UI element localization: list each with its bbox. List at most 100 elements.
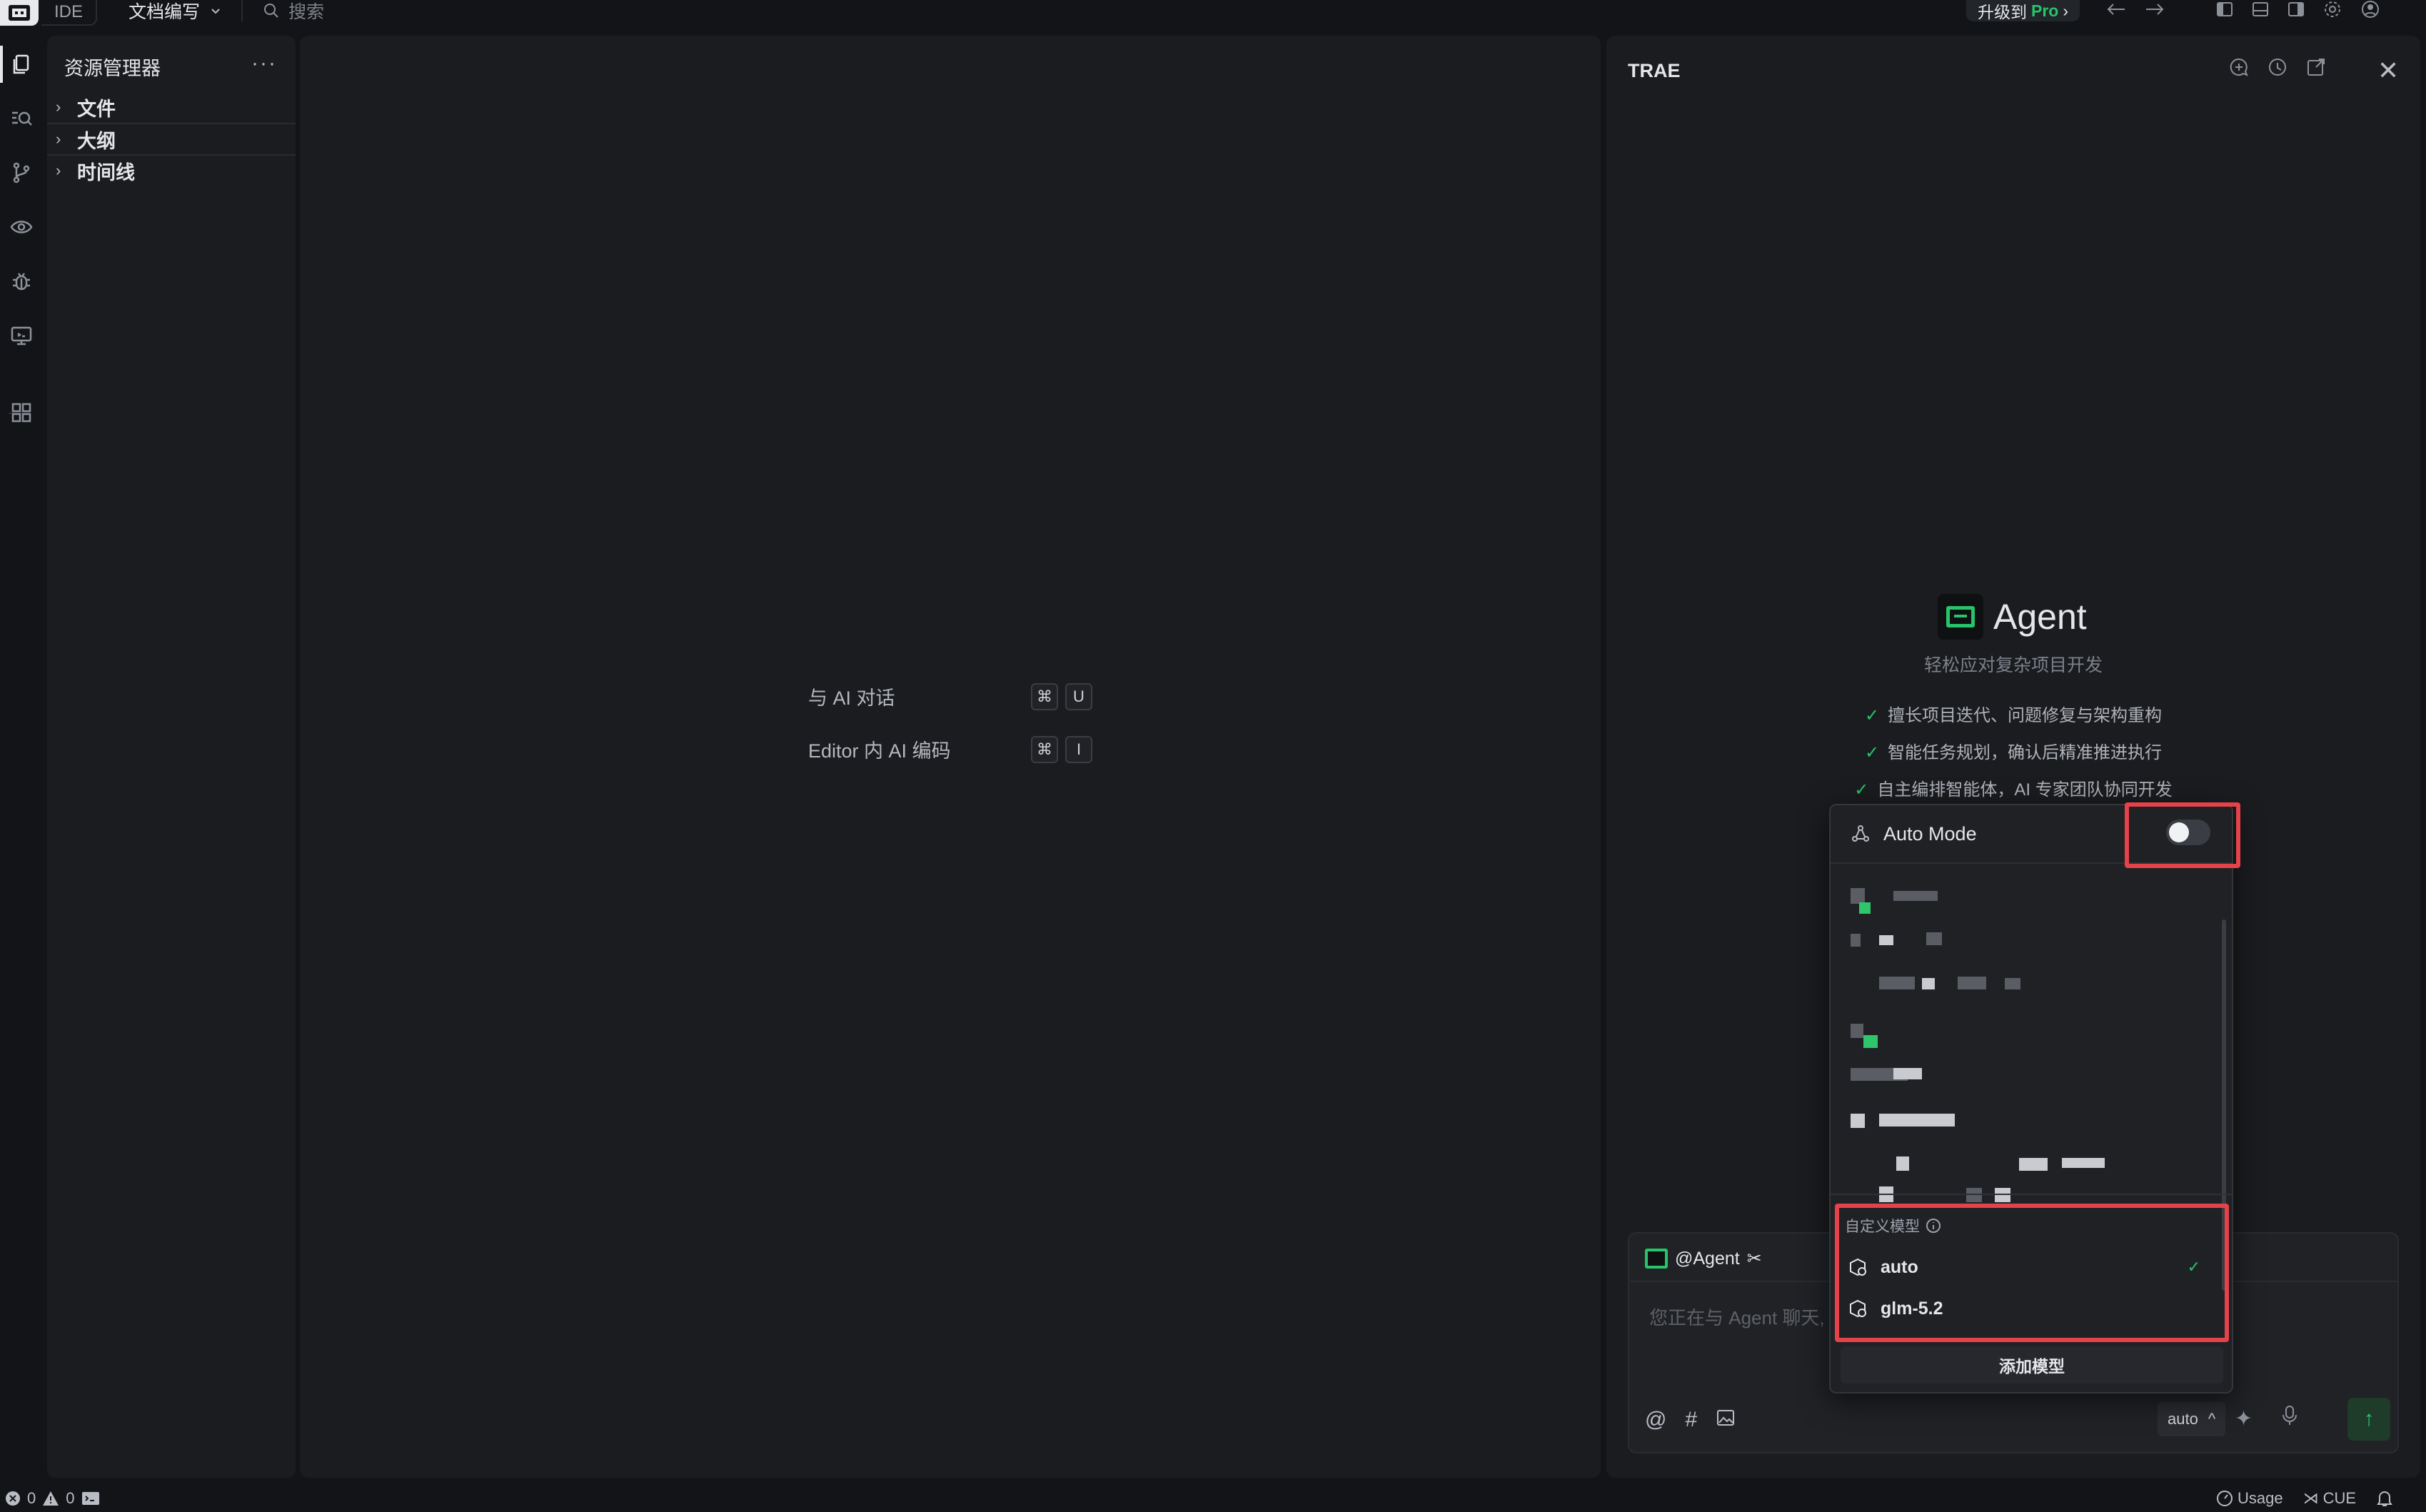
chat-toolbar: @ # bbox=[1645, 1408, 1736, 1433]
redacted-mark bbox=[1966, 1188, 1982, 1202]
panel-actions bbox=[2229, 57, 2326, 77]
problems-indicator[interactable]: 0 0 bbox=[4, 1489, 101, 1508]
account-icon[interactable] bbox=[2360, 0, 2380, 19]
gear-icon[interactable] bbox=[2323, 0, 2342, 19]
arrow-left-icon[interactable] bbox=[2106, 2, 2126, 16]
shortcut-key: U bbox=[1065, 682, 1092, 710]
terminal-icon[interactable] bbox=[81, 1490, 101, 1507]
pro-label: Pro bbox=[2031, 1, 2059, 20]
title-divider bbox=[241, 0, 243, 21]
hash-context-icon[interactable]: # bbox=[1685, 1408, 1697, 1433]
check-icon: ✓ bbox=[1854, 780, 1869, 800]
chevron-right-icon: › bbox=[56, 161, 61, 179]
warning-count: 0 bbox=[66, 1489, 75, 1507]
debug-bug-icon[interactable] bbox=[0, 256, 43, 307]
model-selector[interactable]: auto ^ bbox=[2158, 1402, 2226, 1436]
add-model-label: 添加模型 bbox=[1999, 1357, 2065, 1376]
usage-icon bbox=[2216, 1490, 2233, 1507]
section-label: 时间线 bbox=[77, 161, 135, 183]
source-control-icon[interactable] bbox=[0, 147, 43, 198]
redacted-item[interactable] bbox=[1851, 1114, 1865, 1128]
status-bar: 0 0 Usage ⋊ CUE bbox=[0, 1485, 2426, 1512]
chevron-right-icon: › bbox=[56, 130, 61, 148]
redacted-item[interactable] bbox=[1896, 1156, 1909, 1171]
cue-icon: ⋊ bbox=[2302, 1489, 2319, 1507]
redacted-mark bbox=[1926, 932, 1942, 945]
redacted-mark bbox=[2062, 1158, 2105, 1168]
auto-mode-icon bbox=[1851, 824, 1871, 844]
search-placeholder: 搜索 bbox=[288, 2, 325, 22]
command-key: ⌘ bbox=[1031, 735, 1058, 763]
mention-at-icon[interactable]: @ bbox=[1645, 1408, 1666, 1433]
toggle-bottom-panel-icon[interactable] bbox=[2252, 1, 2269, 18]
agent-mention-tag[interactable]: @Agent ✂ bbox=[1645, 1248, 1762, 1269]
toggle-left-sidebar-icon[interactable] bbox=[2216, 1, 2233, 18]
feature-item: ✓ 擅长项目迭代、问题修复与架构重构 bbox=[1606, 701, 2420, 726]
tools-icon[interactable]: ✂ bbox=[1747, 1248, 1762, 1269]
redacted-item[interactable] bbox=[1851, 888, 1865, 904]
feature-item: ✓ 智能任务规划，确认后精准推进执行 bbox=[1606, 738, 2420, 763]
explorer-panel: 资源管理器 ··· › 文件 › 大纲 › 时间线 bbox=[47, 36, 296, 1478]
mode-switcher[interactable]: 文档编写 bbox=[129, 0, 221, 22]
highlight-auto-mode-toggle bbox=[2125, 802, 2240, 868]
more-actions-icon[interactable]: ··· bbox=[251, 51, 277, 76]
explorer-icon[interactable] bbox=[0, 39, 43, 90]
upgrade-pro-button[interactable]: 升级到 Pro › bbox=[1966, 0, 2080, 21]
section-label: 大纲 bbox=[77, 130, 116, 152]
feature-text: 智能任务规划，确认后精准推进执行 bbox=[1888, 743, 2163, 762]
redacted-item[interactable] bbox=[1851, 934, 1861, 947]
redacted-mark bbox=[1922, 978, 1935, 989]
explorer-section-outline[interactable]: › 大纲 bbox=[47, 123, 296, 154]
feature-text: 擅长项目迭代、问题修复与架构重构 bbox=[1888, 706, 2163, 725]
arrow-right-icon[interactable] bbox=[2145, 2, 2165, 16]
image-upload-icon[interactable] bbox=[1716, 1408, 1736, 1433]
agent-tag-label: @Agent bbox=[1675, 1248, 1740, 1269]
remote-monitor-icon[interactable] bbox=[0, 310, 43, 361]
check-icon: ✓ bbox=[1864, 743, 1880, 762]
warning-icon bbox=[41, 1490, 60, 1507]
chevron-down-icon bbox=[210, 5, 221, 16]
send-button[interactable]: ↑ bbox=[2347, 1398, 2390, 1441]
search-files-icon[interactable] bbox=[0, 93, 43, 144]
sparkle-icon[interactable]: ✦ bbox=[2235, 1406, 2253, 1431]
ide-mode-tab[interactable]: IDE bbox=[41, 0, 98, 26]
redacted-item[interactable] bbox=[1851, 1024, 1863, 1038]
redacted-mark bbox=[1879, 1114, 1955, 1127]
add-model-button[interactable]: 添加模型 bbox=[1841, 1346, 2223, 1384]
toggle-right-sidebar-icon[interactable] bbox=[2287, 1, 2305, 18]
agent-name: Agent bbox=[1993, 597, 2087, 637]
shortcut-hint-inline: Editor 内 AI 编码 ⌘ I bbox=[808, 735, 1099, 763]
upgrade-label: 升级到 bbox=[1978, 3, 2027, 21]
agent-logo-icon bbox=[1645, 1249, 1668, 1269]
trae-logo-icon[interactable] bbox=[0, 0, 39, 26]
chat-input-placeholder[interactable]: 您正在与 Agent 聊天, bbox=[1649, 1304, 1825, 1330]
chevron-right-icon: › bbox=[2063, 1, 2069, 20]
agent-subtitle: 轻松应对复杂项目开发 bbox=[1923, 655, 2103, 675]
ide-label: IDE bbox=[54, 2, 84, 21]
history-icon[interactable] bbox=[2268, 57, 2287, 77]
extensions-grid-icon[interactable] bbox=[0, 387, 43, 438]
dropdown-divider bbox=[1831, 1194, 2232, 1195]
microphone-icon[interactable] bbox=[2281, 1405, 2298, 1432]
command-key: ⌘ bbox=[1031, 682, 1058, 710]
redacted-mark bbox=[1863, 1035, 1878, 1048]
global-search[interactable]: 搜索 bbox=[263, 0, 325, 22]
preview-eye-icon[interactable] bbox=[0, 201, 43, 253]
open-external-icon[interactable] bbox=[2306, 57, 2326, 77]
explorer-section-files[interactable]: › 文件 bbox=[47, 91, 296, 123]
explorer-section-timeline[interactable]: › 时间线 bbox=[47, 154, 296, 186]
close-icon[interactable]: ✕ bbox=[2377, 56, 2399, 86]
new-chat-icon[interactable] bbox=[2229, 57, 2249, 77]
check-icon: ✓ bbox=[1864, 706, 1880, 725]
bell-icon[interactable] bbox=[2376, 1489, 2393, 1508]
usage-item[interactable]: Usage bbox=[2216, 1489, 2283, 1508]
redacted-mark bbox=[1995, 1188, 2010, 1202]
hint-label: Editor 内 AI 编码 bbox=[808, 740, 951, 762]
chevron-up-icon: ^ bbox=[2208, 1410, 2216, 1428]
agent-header: Agent bbox=[1938, 594, 2087, 640]
hint-label: 与 AI 对话 bbox=[808, 687, 895, 709]
redacted-item[interactable] bbox=[1879, 977, 1915, 989]
cue-item[interactable]: ⋊ CUE bbox=[2303, 1489, 2356, 1508]
agent-logo-icon bbox=[1938, 594, 1983, 640]
feature-item: ✓ 自主编排智能体，AI 专家团队协同开发 bbox=[1606, 775, 2420, 800]
